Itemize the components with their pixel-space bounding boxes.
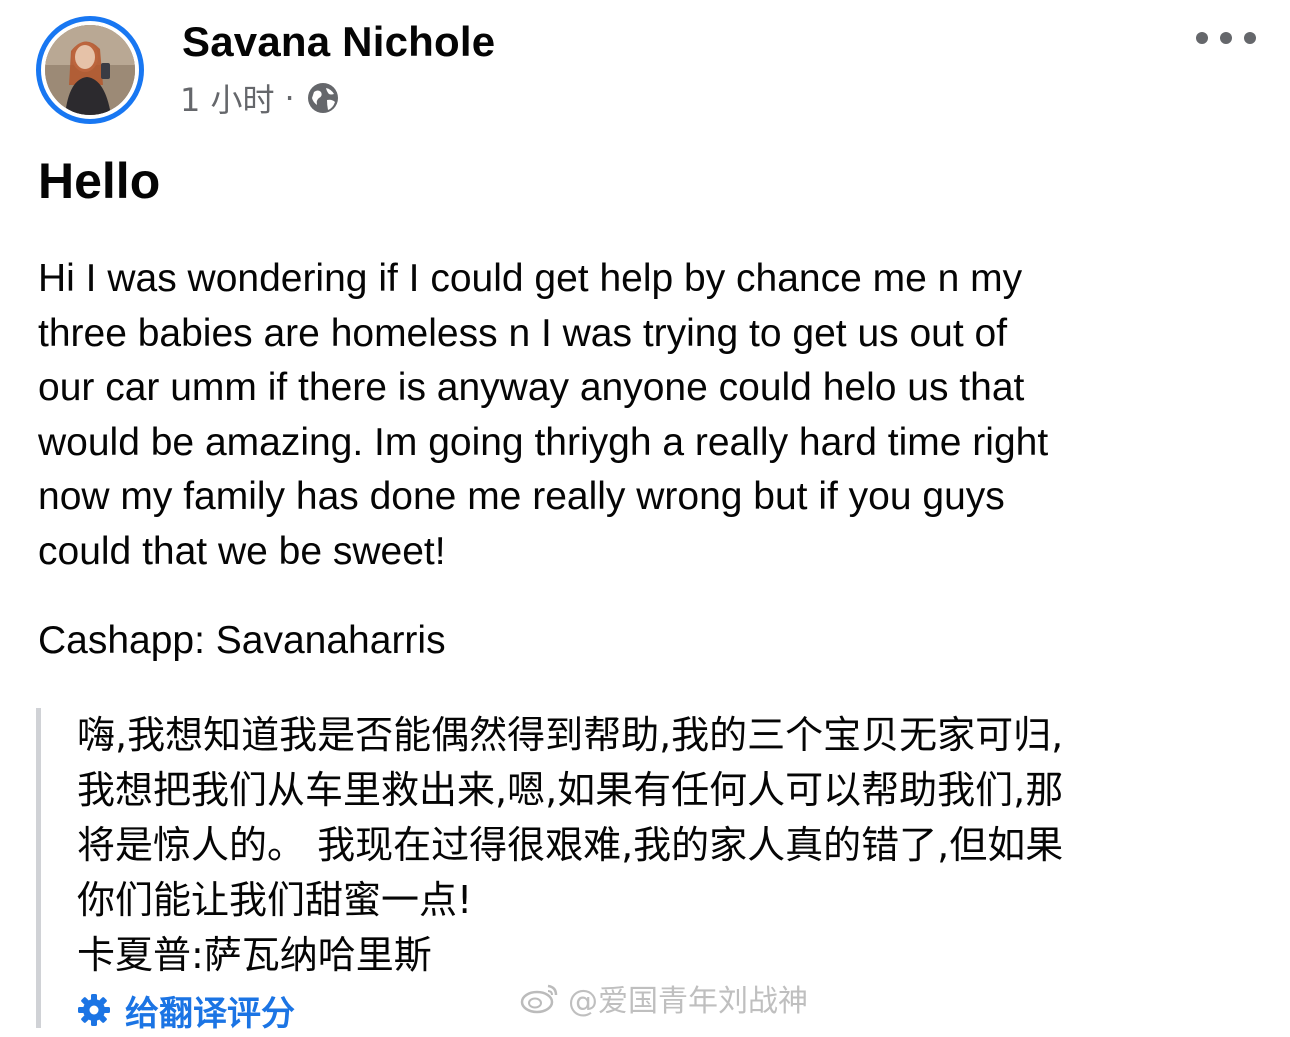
avatar-photo-icon xyxy=(45,25,135,115)
post-meta: 1 小时 · xyxy=(180,75,341,121)
post-body-line: could that we be sweet! xyxy=(38,529,446,573)
gear-icon xyxy=(78,994,110,1026)
avatar[interactable] xyxy=(45,25,135,115)
watermark: @爱国青年刘战神 xyxy=(520,976,808,1020)
globe-icon[interactable] xyxy=(305,80,341,116)
more-horizontal-icon xyxy=(1196,32,1208,44)
post-body-line: now my family has done me really wrong b… xyxy=(38,475,1005,518)
watermark-text: @爱国青年刘战神 xyxy=(568,984,808,1019)
author-name[interactable]: Savana Nichole xyxy=(182,18,495,66)
post-body-line: three babies are homeless n I was trying… xyxy=(38,311,1008,355)
translation-text: 嗨,我想知道我是否能偶然得到帮助,我的三个宝贝无家可归, 我想把我们从车里救出来… xyxy=(77,708,1257,983)
more-options-button[interactable] xyxy=(1196,22,1256,54)
rate-translation-label: 给翻译评分 xyxy=(125,993,295,1034)
avatar-story-ring[interactable] xyxy=(36,16,144,124)
post-body-line: Hi I was wondering if I could get help b… xyxy=(38,257,1023,300)
translation-line: 我想把我们从车里救出来,嗯,如果有任何人可以帮助我们,那 xyxy=(77,768,1064,812)
meta-separator: · xyxy=(284,79,295,117)
translation-line: 你们能让我们甜蜜一点! xyxy=(77,878,473,922)
post-body-line: our car umm if there is anyway anyone co… xyxy=(38,366,1025,409)
facebook-post: Savana Nichole 1 小时 · Hello Hi I was won… xyxy=(0,0,1290,1034)
rate-translation-button[interactable]: 给翻译评分 xyxy=(77,983,295,1037)
translation-line: 卡夏普:萨瓦纳哈里斯 xyxy=(77,933,432,977)
translation-line: 嗨,我想知道我是否能偶然得到帮助,我的三个宝贝无家可归, xyxy=(77,713,1064,757)
timestamp[interactable]: 1 小时 xyxy=(180,75,275,121)
weibo-icon xyxy=(520,984,558,1014)
cashapp-text: Cashapp: Savanaharris xyxy=(38,619,446,662)
translation-line: 将是惊人的。 我现在过得很艰难,我的家人真的错了,但如果 xyxy=(77,823,1064,867)
post-title: Hello xyxy=(38,153,161,209)
post-body-line: would be amazing. Im going thriygh a rea… xyxy=(38,420,1049,464)
post-body: Hi I was wondering if I could get help b… xyxy=(38,252,1258,579)
